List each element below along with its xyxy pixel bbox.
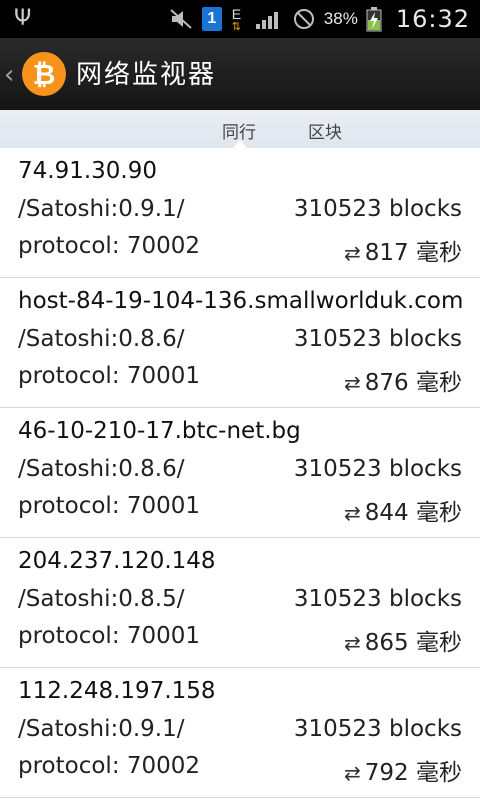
action-bar: ‹ ₿ 网络监视器	[0, 38, 480, 110]
status-bar: Ψ 1 E ⇅ 38% 16:32	[0, 0, 480, 38]
peer-user-agent: /Satoshi:0.8.5/	[18, 586, 185, 612]
peer-host: 204.237.120.148	[18, 548, 216, 574]
back-chevron-icon[interactable]: ‹	[4, 60, 14, 90]
no-sim-icon	[292, 7, 316, 31]
network-type-icon: E ⇅	[230, 4, 246, 34]
peer-block-height: 310523 blocks	[293, 716, 462, 742]
peer-protocol: protocol: 70001	[18, 623, 201, 649]
active-tab-indicator	[233, 140, 247, 148]
peer-ping-value: 792 毫秒	[364, 760, 462, 786]
peer-ping: ⇄ 844 毫秒	[344, 493, 462, 527]
peer-ping: ⇄ 792 毫秒	[344, 753, 462, 787]
peer-protocol: protocol: 70001	[18, 363, 201, 389]
status-icons: 1 E ⇅ 38% 16:32	[168, 0, 470, 38]
peer-ping-value: 876 毫秒	[364, 370, 462, 396]
list-item[interactable]: host-84-19-104-136.smallworlduk.com /Sat…	[0, 278, 480, 408]
peer-protocol: protocol: 70002	[18, 753, 201, 779]
peer-ping-value: 817 毫秒	[364, 240, 462, 266]
battery-percent: 38%	[323, 9, 358, 28]
peer-host: 46-10-210-17.btc-net.bg	[18, 418, 301, 444]
list-item[interactable]: 74.91.30.90 /Satoshi:0.9.1/ 310523 block…	[0, 148, 480, 278]
signal-icon	[254, 7, 284, 31]
peer-protocol: protocol: 70001	[18, 493, 201, 519]
mute-icon	[168, 7, 194, 31]
peer-ping-value: 844 毫秒	[364, 500, 462, 526]
list-item[interactable]: 204.237.120.148 /Satoshi:0.8.5/ 310523 b…	[0, 538, 480, 668]
notification-icon: 1	[201, 7, 222, 31]
peer-block-height: 310523 blocks	[293, 326, 462, 352]
page-title: 网络监视器	[76, 60, 217, 90]
peer-list: 74.91.30.90 /Satoshi:0.9.1/ 310523 block…	[0, 148, 480, 798]
ping-arrows-icon: ⇄	[344, 631, 361, 655]
peer-ping: ⇄ 865 毫秒	[344, 623, 462, 657]
peer-block-height: 310523 blocks	[293, 456, 462, 482]
ping-arrows-icon: ⇄	[344, 241, 361, 265]
peer-protocol: protocol: 70002	[18, 233, 201, 259]
peer-host: 74.91.30.90	[18, 158, 157, 184]
peer-host: host-84-19-104-136.smallworlduk.com	[18, 288, 464, 314]
ping-arrows-icon: ⇄	[344, 371, 361, 395]
list-item[interactable]: 46-10-210-17.btc-net.bg /Satoshi:0.8.6/ …	[0, 408, 480, 538]
tab-blocks[interactable]: 区块	[308, 118, 342, 143]
usb-icon: Ψ	[14, 6, 32, 31]
peer-ping-value: 865 毫秒	[364, 630, 462, 656]
peer-ping: ⇄ 876 毫秒	[344, 363, 462, 397]
battery-charging-icon	[366, 6, 382, 32]
peer-block-height: 310523 blocks	[293, 196, 462, 222]
peer-user-agent: /Satoshi:0.8.6/	[18, 326, 185, 352]
peer-block-height: 310523 blocks	[293, 586, 462, 612]
peer-user-agent: /Satoshi:0.8.6/	[18, 456, 185, 482]
peer-user-agent: /Satoshi:0.9.1/	[18, 196, 185, 222]
list-item[interactable]: 112.248.197.158 /Satoshi:0.9.1/ 310523 b…	[0, 668, 480, 798]
ping-arrows-icon: ⇄	[344, 761, 361, 785]
bitcoin-logo-icon[interactable]: ₿	[22, 52, 66, 96]
data-arrows-icon: ⇅	[231, 21, 242, 33]
ping-arrows-icon: ⇄	[344, 501, 361, 525]
peer-user-agent: /Satoshi:0.9.1/	[18, 716, 185, 742]
peer-ping: ⇄ 817 毫秒	[344, 233, 462, 267]
peer-host: 112.248.197.158	[18, 678, 216, 704]
clock: 16:32	[395, 5, 470, 33]
